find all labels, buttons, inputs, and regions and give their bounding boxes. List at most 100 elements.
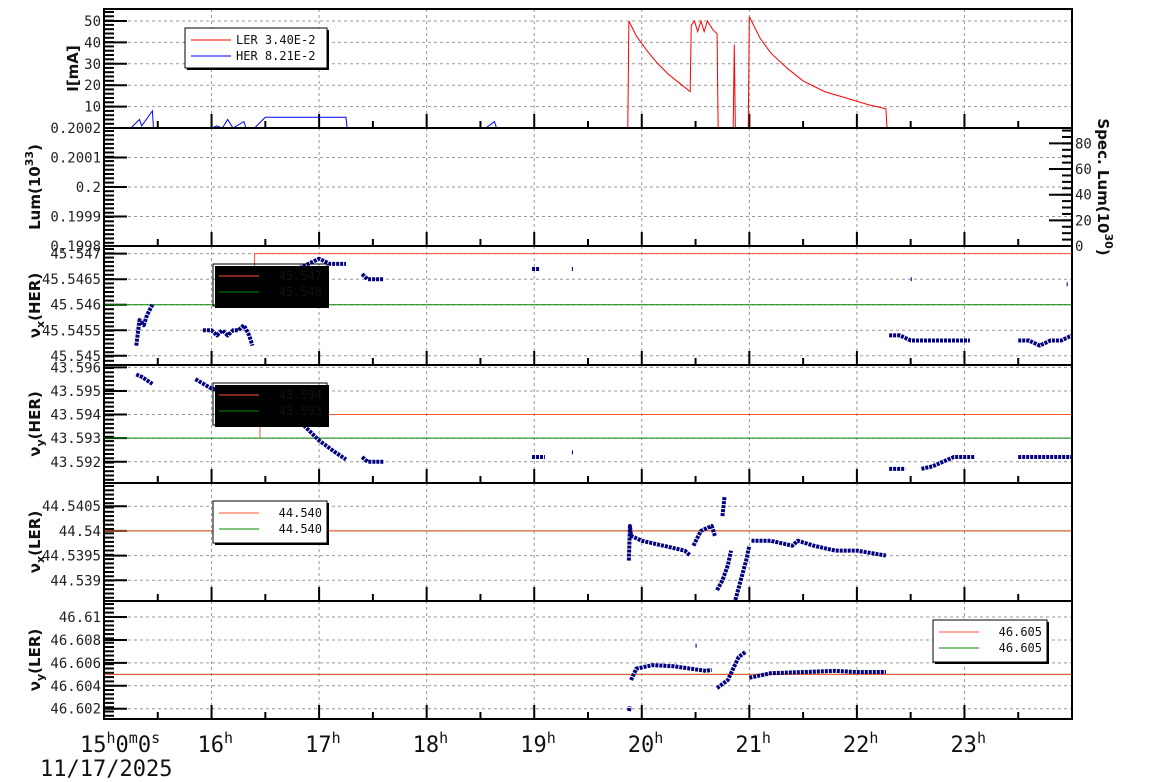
legend: 46.605 46.605 <box>932 619 1049 664</box>
label-part: 20 <box>628 733 655 758</box>
y2-axis-label: Spec. Lum(1030) <box>1094 118 1115 255</box>
panel-current: 10 20 30 40 50I[mA] LER 3.40E-2 HER 8.21E-2 <box>64 8 1073 129</box>
data-points <box>626 705 632 712</box>
y-axis-label: νx(HER) <box>26 273 47 338</box>
y-axis-label: νy(LER) <box>26 629 47 691</box>
y-tick-label: 46.606 <box>50 656 101 672</box>
x-tick-label: 23h <box>950 729 986 758</box>
y-axis-label: νx(LER) <box>26 511 47 573</box>
y-axis-label: νy(HER) <box>26 391 47 456</box>
y-tick-label: 44.54 <box>59 524 101 540</box>
data-points <box>134 303 155 346</box>
y-tick-label: 45.5465 <box>42 272 101 288</box>
y-axis-label: I[mA] <box>64 45 82 92</box>
label-part: 33 <box>23 151 36 166</box>
data-points <box>135 372 154 386</box>
legend-label: LER 3.40E-2 <box>236 33 315 47</box>
label-part: s <box>151 729 160 747</box>
label-part: (LER) <box>26 629 44 674</box>
label-part: h <box>224 729 233 747</box>
data-points <box>733 545 752 601</box>
y-tick-label: 43.595 <box>50 384 101 400</box>
label-part: h <box>869 729 878 747</box>
panel-nuy-ler: 46.602 46.604 46.606 46.608 46.61 νy(LER) 46.6… <box>26 597 1073 720</box>
label-part: I[mA] <box>64 45 82 92</box>
legend: 43.594 43.593 <box>212 382 329 427</box>
y-tick-label: 46.602 <box>50 702 101 718</box>
data-points <box>920 455 976 471</box>
y2-tick-label: 40 <box>1075 188 1092 204</box>
label-part: 19 <box>520 733 547 758</box>
y-tick-label: 43.593 <box>50 431 101 447</box>
y-tick-label: 43.592 <box>50 455 101 471</box>
x-tick-label: 19h <box>520 729 556 758</box>
label-part: h <box>107 729 116 747</box>
legend-label: 45.546 <box>279 285 322 299</box>
label-part: h <box>977 729 986 747</box>
panel-frame <box>103 600 1073 720</box>
data-points <box>360 272 384 282</box>
y-tick-label: 0.2 <box>76 180 101 196</box>
data-points <box>629 663 713 681</box>
label-part: 16 <box>198 733 225 758</box>
label-part: h <box>547 729 556 747</box>
y-tick-label: 44.5395 <box>42 549 101 565</box>
label-part: y <box>34 439 47 446</box>
data-points <box>889 333 970 343</box>
label-part: h <box>762 729 771 747</box>
label-part: Lum(10 <box>26 166 44 230</box>
data-points <box>691 523 717 547</box>
beam-monitor-chart: 10 20 30 40 50I[mA] LER 3.40E-2 HER 8.21E-2 0.1… <box>23 8 1115 782</box>
y-tick-label: 10 <box>84 100 101 116</box>
legend-label: 44.540 <box>279 522 322 536</box>
legend: 45.547 45.546 <box>212 263 329 308</box>
y-tick-label: 0.1999 <box>50 210 101 226</box>
x-tick-label: 15h0m0s <box>80 729 160 758</box>
y-tick-label: 45.547 <box>50 247 101 263</box>
label-part: 18 <box>413 733 440 758</box>
panel-nuy-her: 43.592 43.593 43.594 43.595 43.596νy(HER) 43.… <box>26 360 1073 484</box>
legend-label: 46.605 <box>999 641 1042 655</box>
legend-label: 46.605 <box>999 625 1042 639</box>
data-points <box>715 649 748 690</box>
x-tick-label: 20h <box>628 729 664 758</box>
legend-label: 45.547 <box>279 269 322 283</box>
y-tick-label: 43.596 <box>50 360 101 376</box>
legend-label: 44.540 <box>279 506 322 520</box>
y2-tick-label: 80 <box>1075 136 1092 152</box>
data-points <box>202 323 255 347</box>
label-part: ) <box>26 144 44 151</box>
label-part: ν <box>26 328 44 338</box>
legend-shadow-edge <box>327 385 329 427</box>
label-part: (HER) <box>26 273 44 321</box>
panel-luminosity: 0.19980.19990.20.20010.2002Lum(1033)0204… <box>23 118 1115 255</box>
label-part: ) <box>1094 249 1112 256</box>
data-points <box>360 455 384 464</box>
label-part: ν <box>26 563 44 573</box>
legend: 44.540 44.540 <box>212 500 329 545</box>
label-part: 30 <box>1102 233 1115 249</box>
y-tick-label: 30 <box>84 57 101 73</box>
x-tick-label: 17h <box>305 729 341 758</box>
label-part: (HER) <box>26 391 44 439</box>
label-part: x <box>34 556 47 563</box>
data-points <box>751 538 887 558</box>
y2-tick-label: 60 <box>1075 162 1092 178</box>
x-tick-label: 21h <box>735 729 771 758</box>
label-part: x <box>34 321 47 328</box>
y-tick-label: 0.2001 <box>50 151 101 167</box>
data-points <box>1018 333 1073 348</box>
label-part: Spec. Lum(10 <box>1094 118 1112 233</box>
panel-nux-her: 45.54545.545545.54645.546545.547νx(HER) 4… <box>26 245 1073 366</box>
x-tick-label: 18h <box>413 729 449 758</box>
y2-tick-label: 20 <box>1075 213 1092 229</box>
y-tick-label: 45.5455 <box>42 323 101 339</box>
y-tick-label: 46.61 <box>59 610 101 626</box>
label-part: ν <box>26 681 44 691</box>
y-tick-label: 44.5405 <box>42 499 101 515</box>
label-part: 23 <box>950 733 977 758</box>
y-tick-label: 46.608 <box>50 633 101 649</box>
x-axis-date: 11/17/2025 <box>40 757 172 782</box>
data-points <box>720 496 727 517</box>
legend-label: 43.594 <box>279 388 322 402</box>
